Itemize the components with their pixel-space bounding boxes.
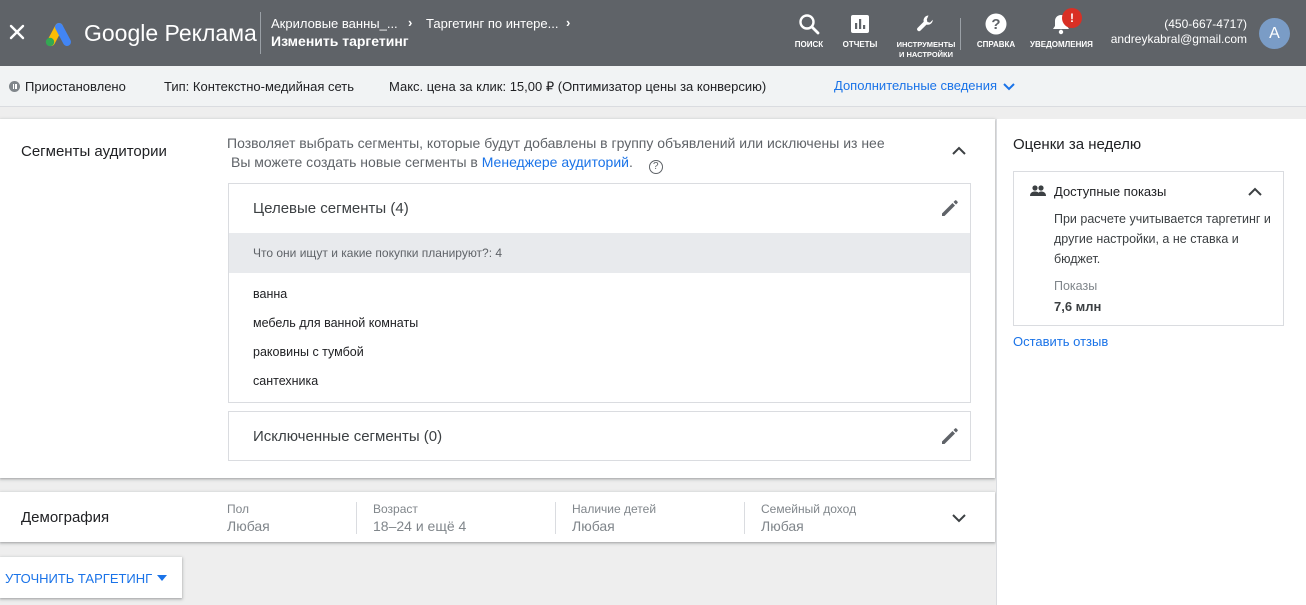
chevron-down-icon xyxy=(952,514,966,523)
demography-title: Демография xyxy=(21,509,110,526)
chevron-down-icon xyxy=(1003,82,1015,90)
segment-item: мебель для ванной комнаты xyxy=(253,316,419,330)
breadcrumb-campaign[interactable]: Акриловые ванны_... xyxy=(271,16,398,31)
weekly-estimates-panel: Оценки за неделю Доступные показы При ра… xyxy=(996,119,1306,605)
demo-gender: Пол Любая xyxy=(227,502,270,534)
more-details-link[interactable]: Дополнительные сведения xyxy=(834,78,1015,93)
demo-divider xyxy=(744,502,745,534)
help-label: СПРАВКА xyxy=(976,40,1016,49)
chevron-up-icon xyxy=(952,146,966,155)
demo-age-key: Возраст xyxy=(373,502,418,516)
target-segments-title: Целевые сегменты (4) xyxy=(253,200,409,217)
chevron-right-icon: › xyxy=(566,15,571,30)
tools-settings-button[interactable]: ИНСТРУМЕНТЫ И НАСТРОЙКИ xyxy=(893,12,959,60)
segment-item: раковины с тумбой xyxy=(253,345,364,359)
leave-feedback-link[interactable]: Оставить отзыв xyxy=(1013,334,1108,349)
demo-gender-key: Пол xyxy=(227,502,250,516)
audience-description-line2: Вы можете создать новые сегменты в xyxy=(231,154,478,170)
help-button[interactable]: ? СПРАВКА xyxy=(975,12,1017,50)
audience-segments-card: Сегменты аудитории Позволяет выбрать сег… xyxy=(0,119,995,478)
pencil-icon xyxy=(942,428,958,444)
demo-parental-key: Наличие детей xyxy=(572,502,657,516)
account-phone[interactable]: (450-667-4717) xyxy=(1164,17,1247,31)
account-email[interactable]: andreykabral@gmail.com xyxy=(1111,32,1247,46)
segment-item: ванна xyxy=(253,287,288,301)
audience-manager-link[interactable]: Менеджере аудиторий xyxy=(482,154,629,170)
audience-section-title: Сегменты аудитории xyxy=(21,143,167,160)
search-button[interactable]: ПОИСК xyxy=(789,12,829,50)
excluded-segments-title: Исключенные сегменты (0) xyxy=(253,428,443,445)
edit-target-segments-button[interactable] xyxy=(940,198,960,218)
paused-icon xyxy=(9,81,20,92)
reports-label: ОТЧЕТЫ xyxy=(842,40,878,49)
segment-category-row: Что они ищут и какие покупки планируют?:… xyxy=(229,233,970,273)
close-icon[interactable] xyxy=(6,21,28,43)
description-period: . xyxy=(628,154,633,170)
audience-description-line1: Позволяет выбрать сегменты, которые буду… xyxy=(227,135,885,151)
demo-divider xyxy=(356,502,357,534)
help-icon: ? xyxy=(985,13,1007,35)
audience-description: Позволяет выбрать сегменты, которые буду… xyxy=(227,134,957,174)
demo-age-value: 18–24 и ещё 4 xyxy=(373,518,467,534)
page-title: Изменить таргетинг xyxy=(271,33,409,49)
status-text: Приостановлено xyxy=(25,79,126,94)
demo-income-key: Семейный доход xyxy=(761,502,857,516)
chevron-right-icon: › xyxy=(408,15,413,30)
toolbar-divider xyxy=(960,18,961,50)
refine-targeting-label: УТОЧНИТЬ ТАРГЕТИНГ xyxy=(5,571,153,586)
campaign-type: Тип: Контекстно-медийная сеть xyxy=(164,79,355,94)
demo-income-value: Любая xyxy=(761,518,804,534)
bid-info: Макс. цена за клик: 15,00 ₽ (Оптимизатор… xyxy=(389,79,767,94)
demography-card[interactable]: Демография Пол Любая Возраст 18–24 и ещё… xyxy=(0,492,995,542)
available-impressions-title: Доступные показы xyxy=(1054,184,1167,199)
demo-divider xyxy=(555,502,556,534)
help-circle-icon[interactable]: ? xyxy=(648,160,663,174)
collapse-section-button[interactable] xyxy=(950,143,968,159)
demo-parental-value: Любая xyxy=(572,518,615,534)
people-icon xyxy=(1030,185,1046,196)
brand-name: Google Реклама xyxy=(84,20,257,46)
reports-icon xyxy=(851,15,869,33)
notifications-button[interactable]: УВЕДОМЛЕНИЯ xyxy=(1030,12,1093,50)
demo-parental: Наличие детей Любая xyxy=(572,502,656,534)
notifications-label: УВЕДОМЛЕНИЯ xyxy=(1030,40,1093,49)
breadcrumb-divider xyxy=(260,12,261,54)
campaign-status-bar: Приостановлено Тип: Контекстно-медийная … xyxy=(0,66,1306,107)
refine-targeting-button[interactable]: УТОЧНИТЬ ТАРГЕТИНГ xyxy=(0,557,182,598)
available-impressions-box: Доступные показы При расчете учитывается… xyxy=(1013,171,1284,326)
segment-item: сантехника xyxy=(253,374,319,388)
weekly-estimates-title: Оценки за неделю xyxy=(1013,136,1142,153)
target-segments-panel: Целевые сегменты (4) Что они ищут и каки… xyxy=(228,183,971,403)
svg-text:?: ? xyxy=(991,16,1000,33)
wrench-icon xyxy=(917,15,933,32)
collapse-reach-button[interactable] xyxy=(1247,185,1263,204)
expand-demography-button[interactable] xyxy=(950,510,968,526)
dropdown-arrow-icon xyxy=(157,575,167,581)
excluded-segments-panel: Исключенные сегменты (0) xyxy=(228,411,971,461)
more-details-label: Дополнительные сведения xyxy=(834,78,998,93)
avatar[interactable]: A xyxy=(1259,18,1290,49)
demo-age: Возраст 18–24 и ещё 4 xyxy=(373,502,466,534)
impressions-label: Показы xyxy=(1054,279,1098,293)
tools-settings-label: ИНСТРУМЕНТЫ И НАСТРОЙКИ xyxy=(896,40,956,59)
reach-description: При расчете учитывается таргетинг и друг… xyxy=(1054,212,1271,266)
demo-income: Семейный доход Любая xyxy=(761,502,856,534)
search-label: ПОИСК xyxy=(794,40,824,49)
top-bar: Google Реклама Акриловые ванны_... › Тар… xyxy=(0,0,1306,66)
google-ads-logo-icon xyxy=(42,20,74,48)
breadcrumb-adgroup[interactable]: Таргетинг по интере... xyxy=(426,16,558,31)
notification-badge: ! xyxy=(1062,8,1082,28)
reports-button[interactable]: ОТЧЕТЫ xyxy=(840,12,880,50)
demo-gender-value: Любая xyxy=(227,518,270,534)
search-icon xyxy=(799,14,820,35)
chevron-up-icon xyxy=(1248,187,1262,196)
pencil-icon xyxy=(942,200,958,216)
impressions-value: 7,6 млн xyxy=(1054,299,1102,314)
edit-excluded-segments-button[interactable] xyxy=(940,426,960,446)
